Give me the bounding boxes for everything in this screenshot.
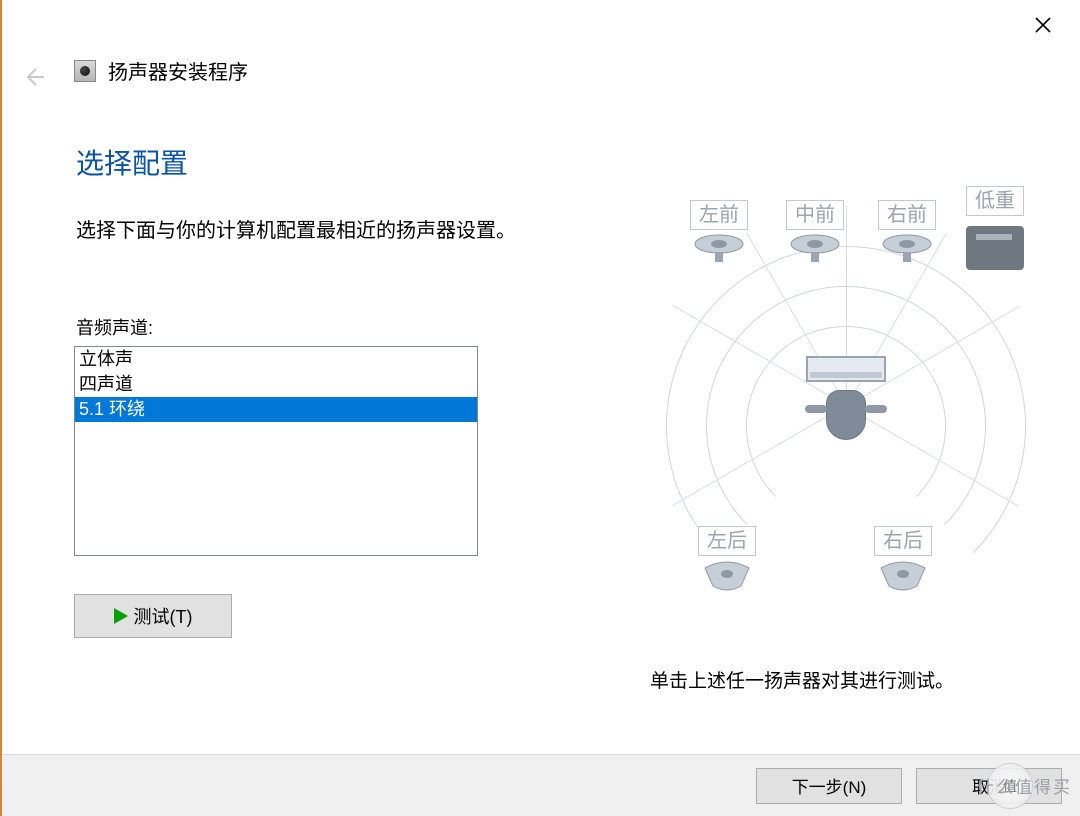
speaker-icon [881, 234, 933, 264]
cancel-button[interactable]: 取消 [916, 768, 1062, 804]
diagram-hint: 单击上述任一扬声器对其进行测试。 [650, 666, 954, 693]
speaker-icon [693, 234, 745, 264]
speaker-center-front[interactable]: 中前 [786, 200, 844, 264]
subwoofer-icon [966, 226, 1024, 270]
speaker-subwoofer[interactable]: 低重 [966, 186, 1024, 270]
speaker-right-front[interactable]: 右前 [878, 200, 936, 264]
test-button-label: 测试(T) [134, 603, 193, 629]
speaker-left-front[interactable]: 左前 [690, 200, 748, 264]
speaker-label: 左前 [690, 200, 748, 230]
page-heading: 选择配置 [76, 142, 188, 182]
speaker-label: 右后 [874, 526, 932, 556]
speaker-label: 右前 [878, 200, 936, 230]
audio-channels-list[interactable]: 立体声四声道5.1 环绕 [74, 346, 478, 556]
channel-option[interactable]: 5.1 环绕 [75, 397, 477, 422]
speaker-layout-diagram: 左前 中前 右前 低重 左后 右后 [646, 206, 1066, 626]
page-description: 选择下面与你的计算机配置最相近的扬声器设置。 [76, 214, 516, 243]
speaker-icon [701, 560, 753, 596]
speaker-right-rear[interactable]: 右后 [874, 526, 932, 596]
speaker-label: 左后 [698, 526, 756, 556]
speaker-left-rear[interactable]: 左后 [698, 526, 756, 596]
channel-option[interactable]: 四声道 [75, 372, 477, 397]
footer-bar: 下一步(N) 取消 [2, 754, 1080, 816]
listener-icon [786, 356, 906, 456]
speaker-icon [877, 560, 929, 596]
speaker-label: 中前 [786, 200, 844, 230]
channels-label: 音频声道: [76, 314, 153, 340]
close-button[interactable] [1028, 10, 1058, 40]
next-button[interactable]: 下一步(N) [756, 768, 902, 804]
back-arrow-icon [22, 65, 46, 96]
channel-option[interactable]: 立体声 [75, 347, 477, 372]
play-icon [114, 608, 128, 624]
speaker-label: 低重 [966, 186, 1024, 216]
test-button[interactable]: 测试(T) [74, 594, 232, 638]
speaker-icon [789, 234, 841, 264]
speaker-app-icon [74, 60, 96, 82]
window-title: 扬声器安装程序 [108, 56, 248, 85]
